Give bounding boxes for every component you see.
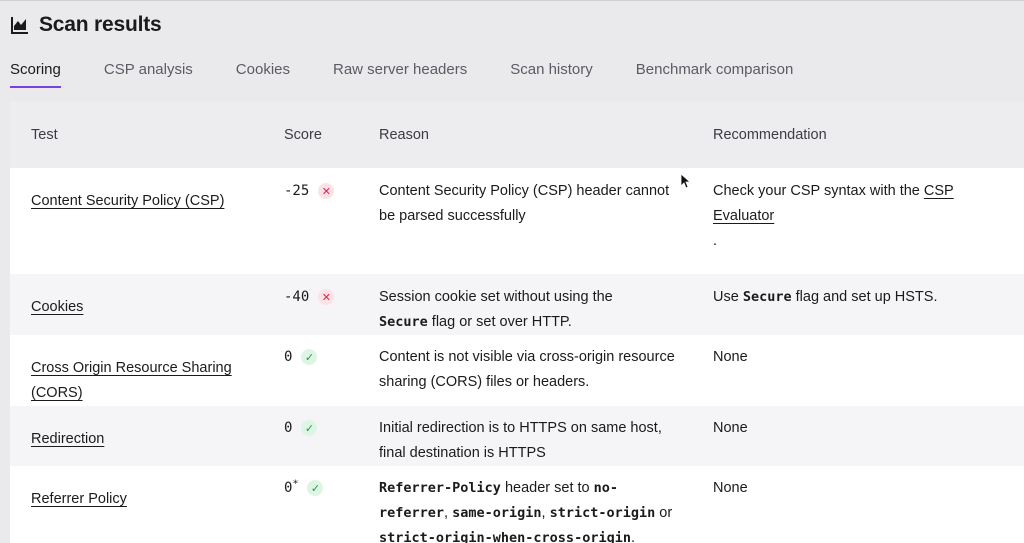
recommendation-text: Use Secure flag and set up HSTS. <box>713 289 938 305</box>
table-header-row: Test Score Reason Recommendation <box>10 101 1024 168</box>
reason-text: Referrer-Policy header set to no-referre… <box>379 480 673 543</box>
reason-text: Content is not visible via cross-origin … <box>379 349 675 390</box>
test-link-cookies[interactable]: Cookies <box>31 299 83 315</box>
tab-bar: Scoring CSP analysis Cookies Raw server … <box>10 61 836 88</box>
fail-icon: ✕ <box>318 183 335 199</box>
tab-raw-server-headers[interactable]: Raw server headers <box>333 61 467 88</box>
tab-scoring[interactable]: Scoring <box>10 61 61 88</box>
recommendation-suffix: . <box>713 233 718 249</box>
fail-icon: ✕ <box>318 289 335 305</box>
score-cell: 0 ✓ <box>284 416 364 441</box>
recommendation-text: None <box>713 349 748 365</box>
score-value: 0* <box>284 478 299 496</box>
recommendation-text: Check your CSP syntax with the <box>713 183 924 199</box>
test-link-cors[interactable]: Cross Origin Resource Sharing (CORS) <box>31 360 232 401</box>
recommendation-text: None <box>713 420 748 436</box>
tab-benchmark-comparison[interactable]: Benchmark comparison <box>636 61 794 88</box>
test-link-redirection[interactable]: Redirection <box>31 431 104 447</box>
test-link-csp[interactable]: Content Security Policy (CSP) <box>31 193 224 209</box>
scoring-table: Test Score Reason Recommendation Content… <box>10 101 1024 543</box>
score-cell: 0 ✓ <box>284 345 364 370</box>
score-value: -40 <box>284 289 310 305</box>
reason-text: Initial redirection is to HTTPS on same … <box>379 420 662 461</box>
check-icon: ✓ <box>301 349 318 365</box>
reason-text: Content Security Policy (CSP) header can… <box>379 183 670 224</box>
recommendation-text: None <box>713 480 748 496</box>
score-cell: -25 ✕ <box>284 179 364 204</box>
score-value: -25 <box>284 183 310 199</box>
test-link-referrer-policy[interactable]: Referrer Policy <box>31 491 127 507</box>
score-value: 0 <box>284 349 293 365</box>
column-header-score: Score <box>284 127 322 143</box>
code-secure: Secure <box>379 314 428 330</box>
score-value: 0 <box>284 420 293 436</box>
code-secure: Secure <box>742 289 792 305</box>
footnote-marker: * <box>292 478 299 490</box>
check-icon: ✓ <box>307 480 324 496</box>
score-cell: 0* ✓ <box>284 476 364 501</box>
page-header: Scan results <box>10 13 162 37</box>
tab-scan-history[interactable]: Scan history <box>510 61 593 88</box>
table-row: Redirection 0 ✓ Initial redirection is t… <box>10 406 1024 466</box>
mouse-cursor-icon <box>680 173 690 189</box>
table-row: Cookies -40 ✕ Session cookie set without… <box>10 274 1024 335</box>
score-cell: -40 ✕ <box>284 285 364 310</box>
table-row: Cross Origin Resource Sharing (CORS) 0 ✓… <box>10 335 1024 406</box>
recommendation-cell: Check your CSP syntax with the CSP Evalu… <box>713 179 1003 254</box>
column-header-reason: Reason <box>379 127 429 143</box>
table-row: Content Security Policy (CSP) -25 ✕ Cont… <box>10 168 1024 274</box>
column-header-recommendation: Recommendation <box>713 127 827 143</box>
column-header-test: Test <box>31 127 58 143</box>
chart-area-icon <box>10 15 30 35</box>
tab-cookies[interactable]: Cookies <box>236 61 290 88</box>
page-title: Scan results <box>39 13 162 36</box>
reason-text: Session cookie set without using the Sec… <box>379 289 613 330</box>
tab-csp-analysis[interactable]: CSP analysis <box>104 61 193 88</box>
check-icon: ✓ <box>301 420 318 436</box>
table-row: Referrer Policy 0* ✓ Referrer-Policy hea… <box>10 466 1024 543</box>
